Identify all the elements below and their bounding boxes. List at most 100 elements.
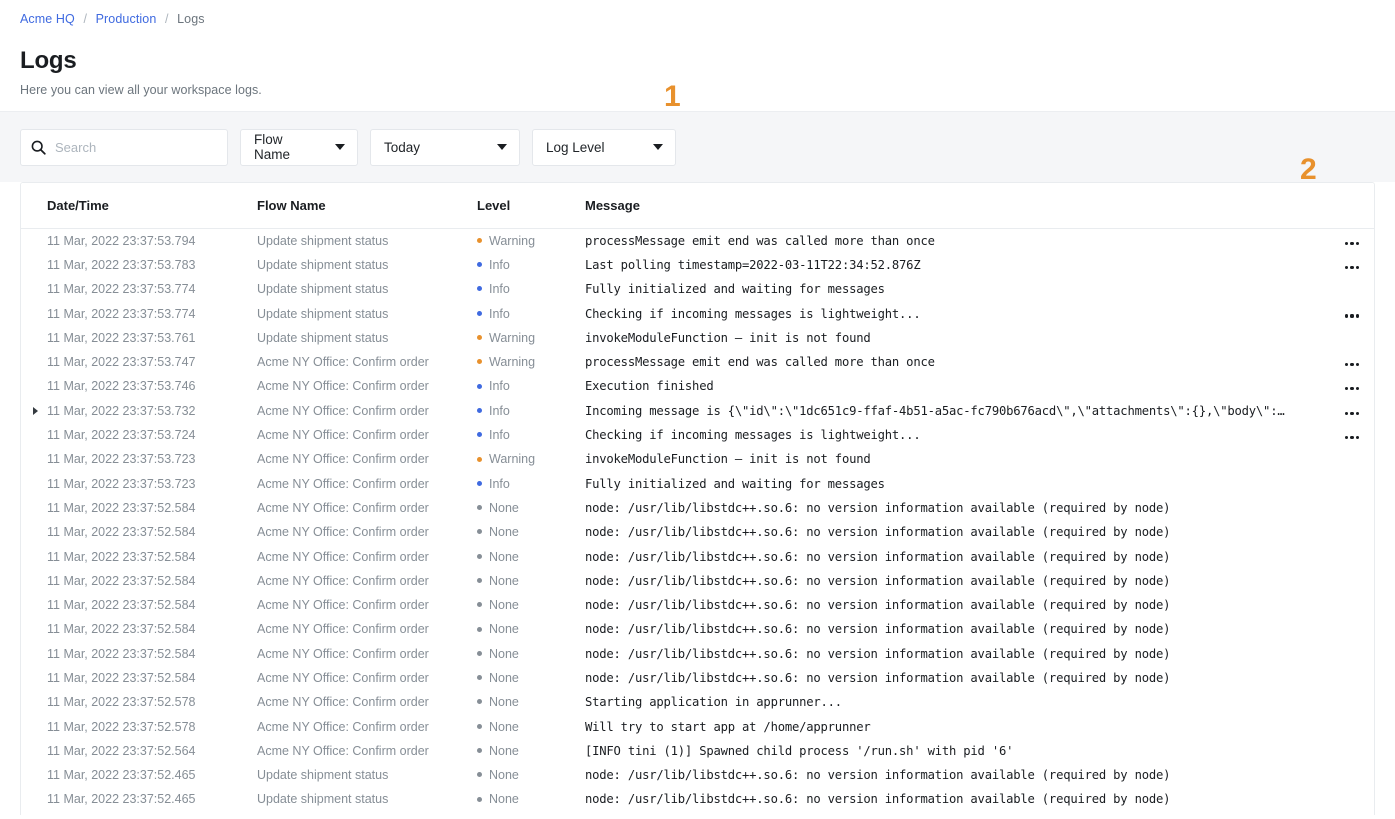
row-menu-cell — [1330, 690, 1374, 714]
expand-cell[interactable] — [21, 399, 47, 423]
table-row[interactable]: 11 Mar, 2022 23:37:52.584 Acme NY Office:… — [21, 593, 1374, 617]
expand-cell — [21, 739, 47, 763]
cell-flow-name: Acme NY Office: Confirm order — [257, 355, 429, 370]
expand-cell — [21, 617, 47, 641]
cell-flow-name: Acme NY Office: Confirm order — [257, 719, 429, 734]
table-row[interactable]: 11 Mar, 2022 23:37:52.465Update shipment… — [21, 763, 1374, 787]
row-menu-cell[interactable] — [1330, 253, 1374, 277]
level-label: None — [489, 549, 519, 564]
logs-table: Date/Time Flow Name Level Message 11 Mar… — [21, 183, 1374, 815]
row-overflow-menu-icon[interactable] — [1343, 362, 1360, 367]
table-row[interactable]: 11 Mar, 2022 23:37:53.724 Acme NY Office:… — [21, 423, 1374, 447]
column-header-message[interactable]: Message — [585, 183, 1330, 229]
table-row[interactable]: 11 Mar, 2022 23:37:52.584 Acme NY Office:… — [21, 496, 1374, 520]
cell-datetime: 11 Mar, 2022 23:37:53.761 — [47, 330, 196, 345]
cell-level: None — [477, 520, 585, 544]
table-row[interactable]: 11 Mar, 2022 23:37:52.578 Acme NY Office:… — [21, 690, 1374, 714]
table-row[interactable]: 11 Mar, 2022 23:37:53.761 Update shipment… — [21, 326, 1374, 350]
level-dot-icon — [477, 238, 482, 244]
level-dot-icon — [477, 456, 482, 462]
table-row[interactable]: 11 Mar, 2022 23:37:53.783 Update shipment… — [21, 253, 1374, 277]
table-row[interactable]: 11 Mar, 2022 23:37:53.723 Acme NY Office:… — [21, 471, 1374, 495]
row-overflow-menu-icon[interactable] — [1343, 435, 1360, 440]
page-subtitle: Here you can view all your workspace log… — [20, 83, 262, 97]
search-box[interactable] — [20, 128, 228, 166]
level-label: None — [489, 622, 519, 637]
breadcrumb-item-workspace[interactable]: Acme HQ — [20, 12, 75, 26]
expand-row-icon[interactable] — [32, 406, 38, 415]
level-dot-icon — [477, 529, 482, 535]
breadcrumb-item-environment[interactable]: Production — [96, 12, 157, 26]
cell-level: None — [477, 642, 585, 666]
row-menu-cell[interactable] — [1330, 374, 1374, 398]
column-header-datetime[interactable]: Date/Time — [47, 183, 257, 229]
cell-flow-name: Acme NY Office: Confirm order — [257, 598, 429, 613]
row-menu-cell[interactable] — [1330, 399, 1374, 423]
log-level-filter[interactable]: Log Level — [532, 128, 676, 166]
cell-datetime: 11 Mar, 2022 23:37:52.584 — [47, 598, 196, 613]
cell-level: None — [477, 569, 585, 593]
cell-flow-name: Update shipment status — [257, 233, 389, 248]
table-row[interactable]: 11 Mar, 2022 23:37:53.774 Update shipment… — [21, 277, 1374, 301]
table-row[interactable]: 11 Mar, 2022 23:37:52.584 Acme NY Office:… — [21, 569, 1374, 593]
table-row[interactable]: 11 Mar, 2022 23:37:52.578 Acme NY Office:… — [21, 714, 1374, 738]
column-header-level[interactable]: Level — [477, 183, 585, 229]
flow-name-filter[interactable]: Flow Name — [240, 128, 358, 166]
cell-level: Warning — [477, 229, 585, 253]
cell-message: Will try to start app at /home/apprunner — [585, 719, 871, 734]
search-input[interactable] — [55, 139, 217, 155]
filter-bar: Flow Name Today Log Level — [0, 111, 1395, 182]
table-row[interactable]: 11 Mar, 2022 23:37:53.774 Update shipment… — [21, 301, 1374, 325]
expand-cell — [21, 642, 47, 666]
table-row[interactable]: 11 Mar, 2022 23:37:52.584 Acme NY Office:… — [21, 544, 1374, 568]
row-overflow-menu-icon[interactable] — [1343, 411, 1360, 415]
cell-datetime: 11 Mar, 2022 23:37:53.723 — [47, 476, 196, 491]
breadcrumb-separator: / — [164, 12, 169, 26]
row-menu-cell[interactable] — [1330, 350, 1374, 374]
row-overflow-menu-icon[interactable] — [1343, 314, 1360, 318]
cell-datetime: 11 Mar, 2022 23:37:53.724 — [47, 428, 196, 443]
column-header-flow-name[interactable]: Flow Name — [257, 183, 477, 229]
table-row[interactable]: 11 Mar, 2022 23:37:52.465Update shipment… — [21, 812, 1374, 815]
expand-cell — [21, 496, 47, 520]
date-range-filter[interactable]: Today — [370, 128, 520, 166]
table-row[interactable]: 11 Mar, 2022 23:37:52.584 Acme NY Office:… — [21, 666, 1374, 690]
level-dot-icon — [477, 262, 482, 268]
table-row[interactable]: 11 Mar, 2022 23:37:52.465Update shipment… — [21, 787, 1374, 811]
cell-message: node: /usr/lib/libstdc++.so.6: no versio… — [585, 500, 1171, 515]
search-icon — [31, 140, 46, 155]
expand-cell — [21, 714, 47, 738]
cell-message: invokeModuleFunction — init is not found — [585, 330, 871, 345]
row-overflow-menu-icon[interactable] — [1343, 386, 1360, 391]
cell-message: node: /usr/lib/libstdc++.so.6: no versio… — [585, 573, 1171, 588]
row-menu-cell[interactable] — [1330, 301, 1374, 325]
row-menu-cell[interactable] — [1330, 423, 1374, 447]
table-row[interactable]: 11 Mar, 2022 23:37:53.746 Acme NY Office:… — [21, 374, 1374, 398]
chevron-down-icon — [497, 144, 507, 150]
cell-message: node: /usr/lib/libstdc++.so.6: no versio… — [585, 549, 1171, 564]
cell-flow-name: Acme NY Office: Confirm order — [257, 403, 429, 418]
row-overflow-menu-icon[interactable] — [1343, 241, 1360, 245]
table-row[interactable]: 11 Mar, 2022 23:37:52.564 Acme NY Office:… — [21, 739, 1374, 763]
level-label: None — [489, 598, 519, 613]
row-menu-cell[interactable] — [1330, 229, 1374, 253]
table-row[interactable]: 11 Mar, 2022 23:37:52.584 Acme NY Office:… — [21, 520, 1374, 544]
table-row[interactable]: 11 Mar, 2022 23:37:52.584 Acme NY Office:… — [21, 642, 1374, 666]
cell-message: processMessage emit end was called more … — [585, 355, 935, 370]
cell-flow-name: Update shipment status — [257, 306, 389, 321]
level-dot-icon — [477, 578, 482, 583]
cell-flow-name: Acme NY Office: Confirm order — [257, 500, 429, 515]
table-row[interactable]: 11 Mar, 2022 23:37:53.747 Acme NY Office:… — [21, 350, 1374, 374]
row-overflow-menu-icon[interactable] — [1343, 265, 1360, 269]
table-row[interactable]: 11 Mar, 2022 23:37:53.732 Acme NY Office:… — [21, 399, 1374, 423]
table-row[interactable]: 11 Mar, 2022 23:37:53.723 Acme NY Office:… — [21, 447, 1374, 471]
cell-level: None — [477, 593, 585, 617]
cell-level: None — [477, 714, 585, 738]
cell-message: Execution finished — [585, 379, 714, 394]
table-row[interactable]: 11 Mar, 2022 23:37:52.584 Acme NY Office:… — [21, 617, 1374, 641]
breadcrumb-item-current: Logs — [177, 12, 205, 26]
cell-flow-name: Acme NY Office: Confirm order — [257, 476, 429, 491]
level-dot-icon — [477, 650, 482, 656]
table-row[interactable]: 11 Mar, 2022 23:37:53.794 Update shipment… — [21, 229, 1374, 253]
cell-level: Info — [477, 399, 585, 423]
